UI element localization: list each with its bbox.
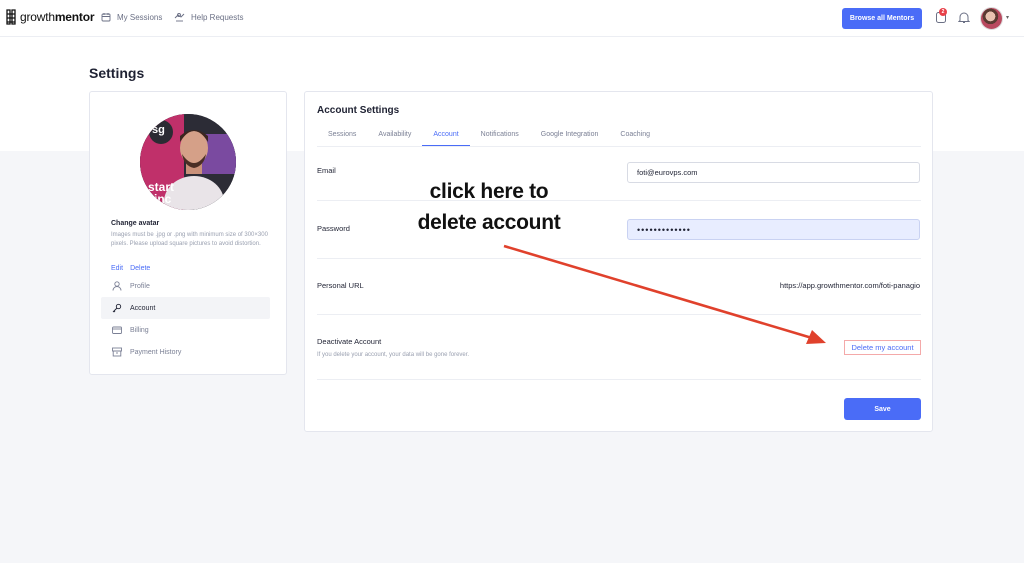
annotation-arrow-head — [806, 330, 826, 344]
annotation-arrow-line — [503, 244, 813, 340]
annotation-arrow — [503, 244, 826, 344]
